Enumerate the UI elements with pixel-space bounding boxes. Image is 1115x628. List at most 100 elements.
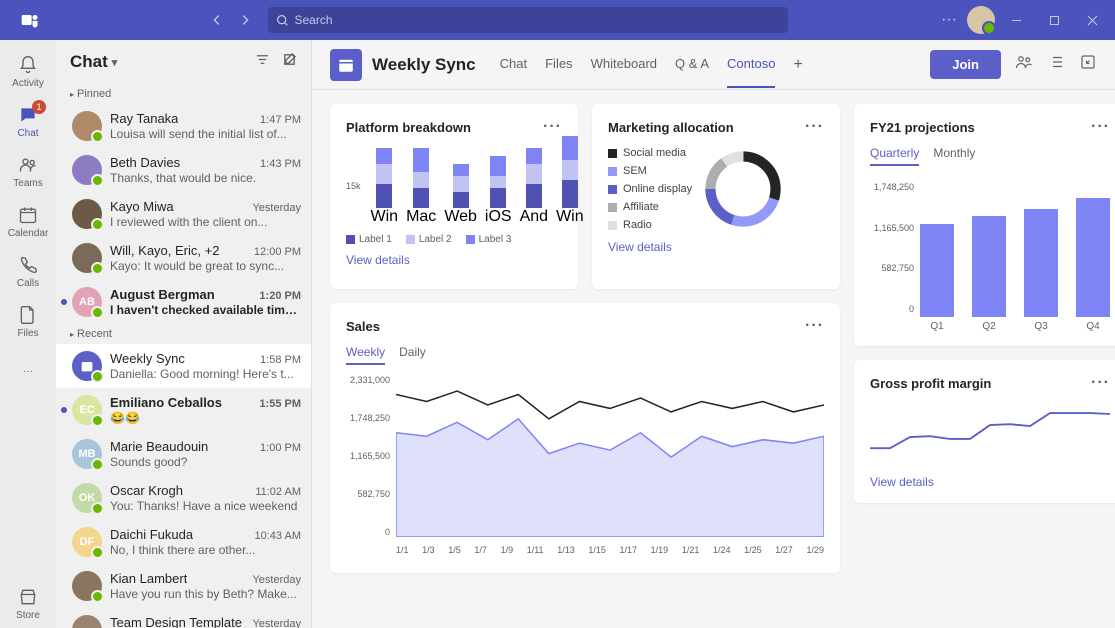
x-tick: 1/27 [775,545,793,555]
add-tab-button[interactable]: + [793,42,802,88]
list-icon[interactable] [1047,53,1065,76]
x-tick: And [520,208,548,226]
forward-button[interactable] [232,7,258,33]
user-avatar[interactable] [967,6,995,34]
chat-time: 1:47 PM [260,114,301,126]
x-tick: 1/17 [620,545,638,555]
x-tick: Mac [406,208,436,226]
tab-chat[interactable]: Chat [500,42,527,88]
rail-store[interactable]: Store [0,578,56,628]
rail-calls[interactable]: Calls [0,246,56,296]
card-platform: Platform breakdown··· 15k WinMacWebiOSAn… [330,104,578,289]
app-rail: Activity 1Chat Teams Calendar Calls File… [0,40,56,628]
x-tick: Win [371,208,399,226]
chat-row[interactable]: Team Design TemplateYesterdayReta: Let's… [56,608,311,628]
chat-name: Will, Kayo, Eric, +2 [110,243,219,258]
card-title: Platform breakdown [346,120,471,135]
subtab[interactable]: Weekly [346,345,385,365]
chat-row[interactable]: DFDaichi Fukuda10:43 AMNo, I think there… [56,520,311,564]
x-tick: 1/3 [422,545,435,555]
chat-preview: Daniella: Good morning! Here's t... [110,367,301,381]
subtab[interactable]: Daily [399,345,426,365]
chat-row[interactable]: Kian LambertYesterdayHave you run this b… [56,564,311,608]
channel-header: Weekly Sync ChatFilesWhiteboardQ & ACont… [312,40,1115,90]
card-projections: FY21 projections··· QuarterlyMonthly 1,7… [854,104,1115,346]
chat-preview: I haven't checked available times... [110,303,301,317]
sales-tabs: Weekly Daily [346,345,824,365]
legend-item: Label 3 [466,234,512,245]
back-button[interactable] [204,7,230,33]
rail-label: Files [17,328,38,339]
chevron-down-icon[interactable]: ▾ [112,56,118,69]
legend-item: SEM [608,165,692,177]
chat-row[interactable]: ABAugust Bergman1:20 PMI haven't checked… [56,280,311,324]
maximize-button[interactable] [1039,0,1071,40]
subtab[interactable]: Quarterly [870,146,919,166]
y-axis-label: 15k [346,181,361,191]
tab-contoso[interactable]: Contoso [727,42,775,88]
profit-line-chart [870,402,1110,467]
avatar [72,199,102,229]
chat-section-header[interactable]: ▸ Recent [56,324,311,344]
people-icon[interactable] [1015,53,1033,76]
header-tabs: Chat Files Whiteboard Q & A Contoso + [500,42,803,88]
more-icon: ··· [17,360,39,382]
tab-files[interactable]: Files [545,42,572,88]
card-menu-icon[interactable]: ··· [1091,374,1110,392]
platform-chart: WinMacWebiOSAndWin [365,146,590,226]
rail-calendar[interactable]: Calendar [0,196,56,246]
chat-row[interactable]: ECEmiliano Ceballos1:55 PM😂😂 [56,388,311,432]
popout-icon[interactable] [1079,53,1097,76]
rail-teams[interactable]: Teams [0,146,56,196]
tab-qa[interactable]: Q & A [675,42,709,88]
search-placeholder: Search [295,13,333,27]
chat-row[interactable]: Beth Davies1:43 PMThanks, that would be … [56,148,311,192]
minimize-button[interactable] [1001,0,1033,40]
chat-row[interactable]: Kayo MiwaYesterdayI reviewed with the cl… [56,192,311,236]
chat-preview: I reviewed with the client on... [110,215,301,229]
chat-row[interactable]: MBMarie Beaudouin1:00 PMSounds good? [56,432,311,476]
join-button[interactable]: Join [930,50,1001,79]
x-tick: Q4 [1086,321,1099,332]
teams-icon [17,154,39,176]
close-button[interactable] [1077,0,1109,40]
chat-preview: 😂😂 [110,411,301,425]
rail-label: Teams [13,178,42,189]
rail-activity[interactable]: Activity [0,46,56,96]
card-menu-icon[interactable]: ··· [805,317,824,335]
card-menu-icon[interactable]: ··· [805,118,824,136]
rail-more[interactable]: ··· [0,346,56,396]
y-tick: 1,748,250 [346,413,390,423]
chat-row[interactable]: Will, Kayo, Eric, +212:00 PMKayo: It wou… [56,236,311,280]
projections-chart: 1,748,2501,165,500582,7500 Q1Q2Q3Q4 [870,182,1110,332]
rail-label: Chat [17,128,38,139]
view-details-link[interactable]: View details [608,240,824,254]
chat-time: 10:43 AM [255,530,301,542]
chat-time: 12:00 PM [254,246,301,258]
view-details-link[interactable]: View details [346,253,562,267]
search-input[interactable]: Search [268,7,788,33]
chat-preview: No, I think there are other... [110,543,301,557]
chat-section-header[interactable]: ▸ Pinned [56,84,311,104]
view-details-link[interactable]: View details [870,475,1110,489]
chat-row[interactable]: OKOscar Krogh11:02 AMYou: Thanks! Have a… [56,476,311,520]
card-menu-icon[interactable]: ··· [543,118,562,136]
chat-time: Yesterday [252,202,301,214]
card-menu-icon[interactable]: ··· [1091,118,1110,136]
y-tick: 1,748,250 [870,182,914,192]
chat-row[interactable]: Weekly Sync1:58 PMDaniella: Good morning… [56,344,311,388]
x-tick: 1/1 [396,545,409,555]
settings-more-icon[interactable]: ··· [937,7,961,33]
chat-preview: Thanks, that would be nice. [110,171,301,185]
file-icon [17,304,39,326]
filter-icon[interactable] [255,52,270,72]
tab-whiteboard[interactable]: Whiteboard [591,42,657,88]
rail-files[interactable]: Files [0,296,56,346]
new-chat-icon[interactable] [282,52,297,72]
chat-row[interactable]: Ray Tanaka1:47 PMLouisa will send the in… [56,104,311,148]
x-tick: 1/25 [744,545,762,555]
subtab[interactable]: Monthly [933,146,975,166]
projection-tabs: Quarterly Monthly [870,146,1110,166]
rail-chat[interactable]: 1Chat [0,96,56,146]
y-tick: 1,165,500 [870,223,914,233]
